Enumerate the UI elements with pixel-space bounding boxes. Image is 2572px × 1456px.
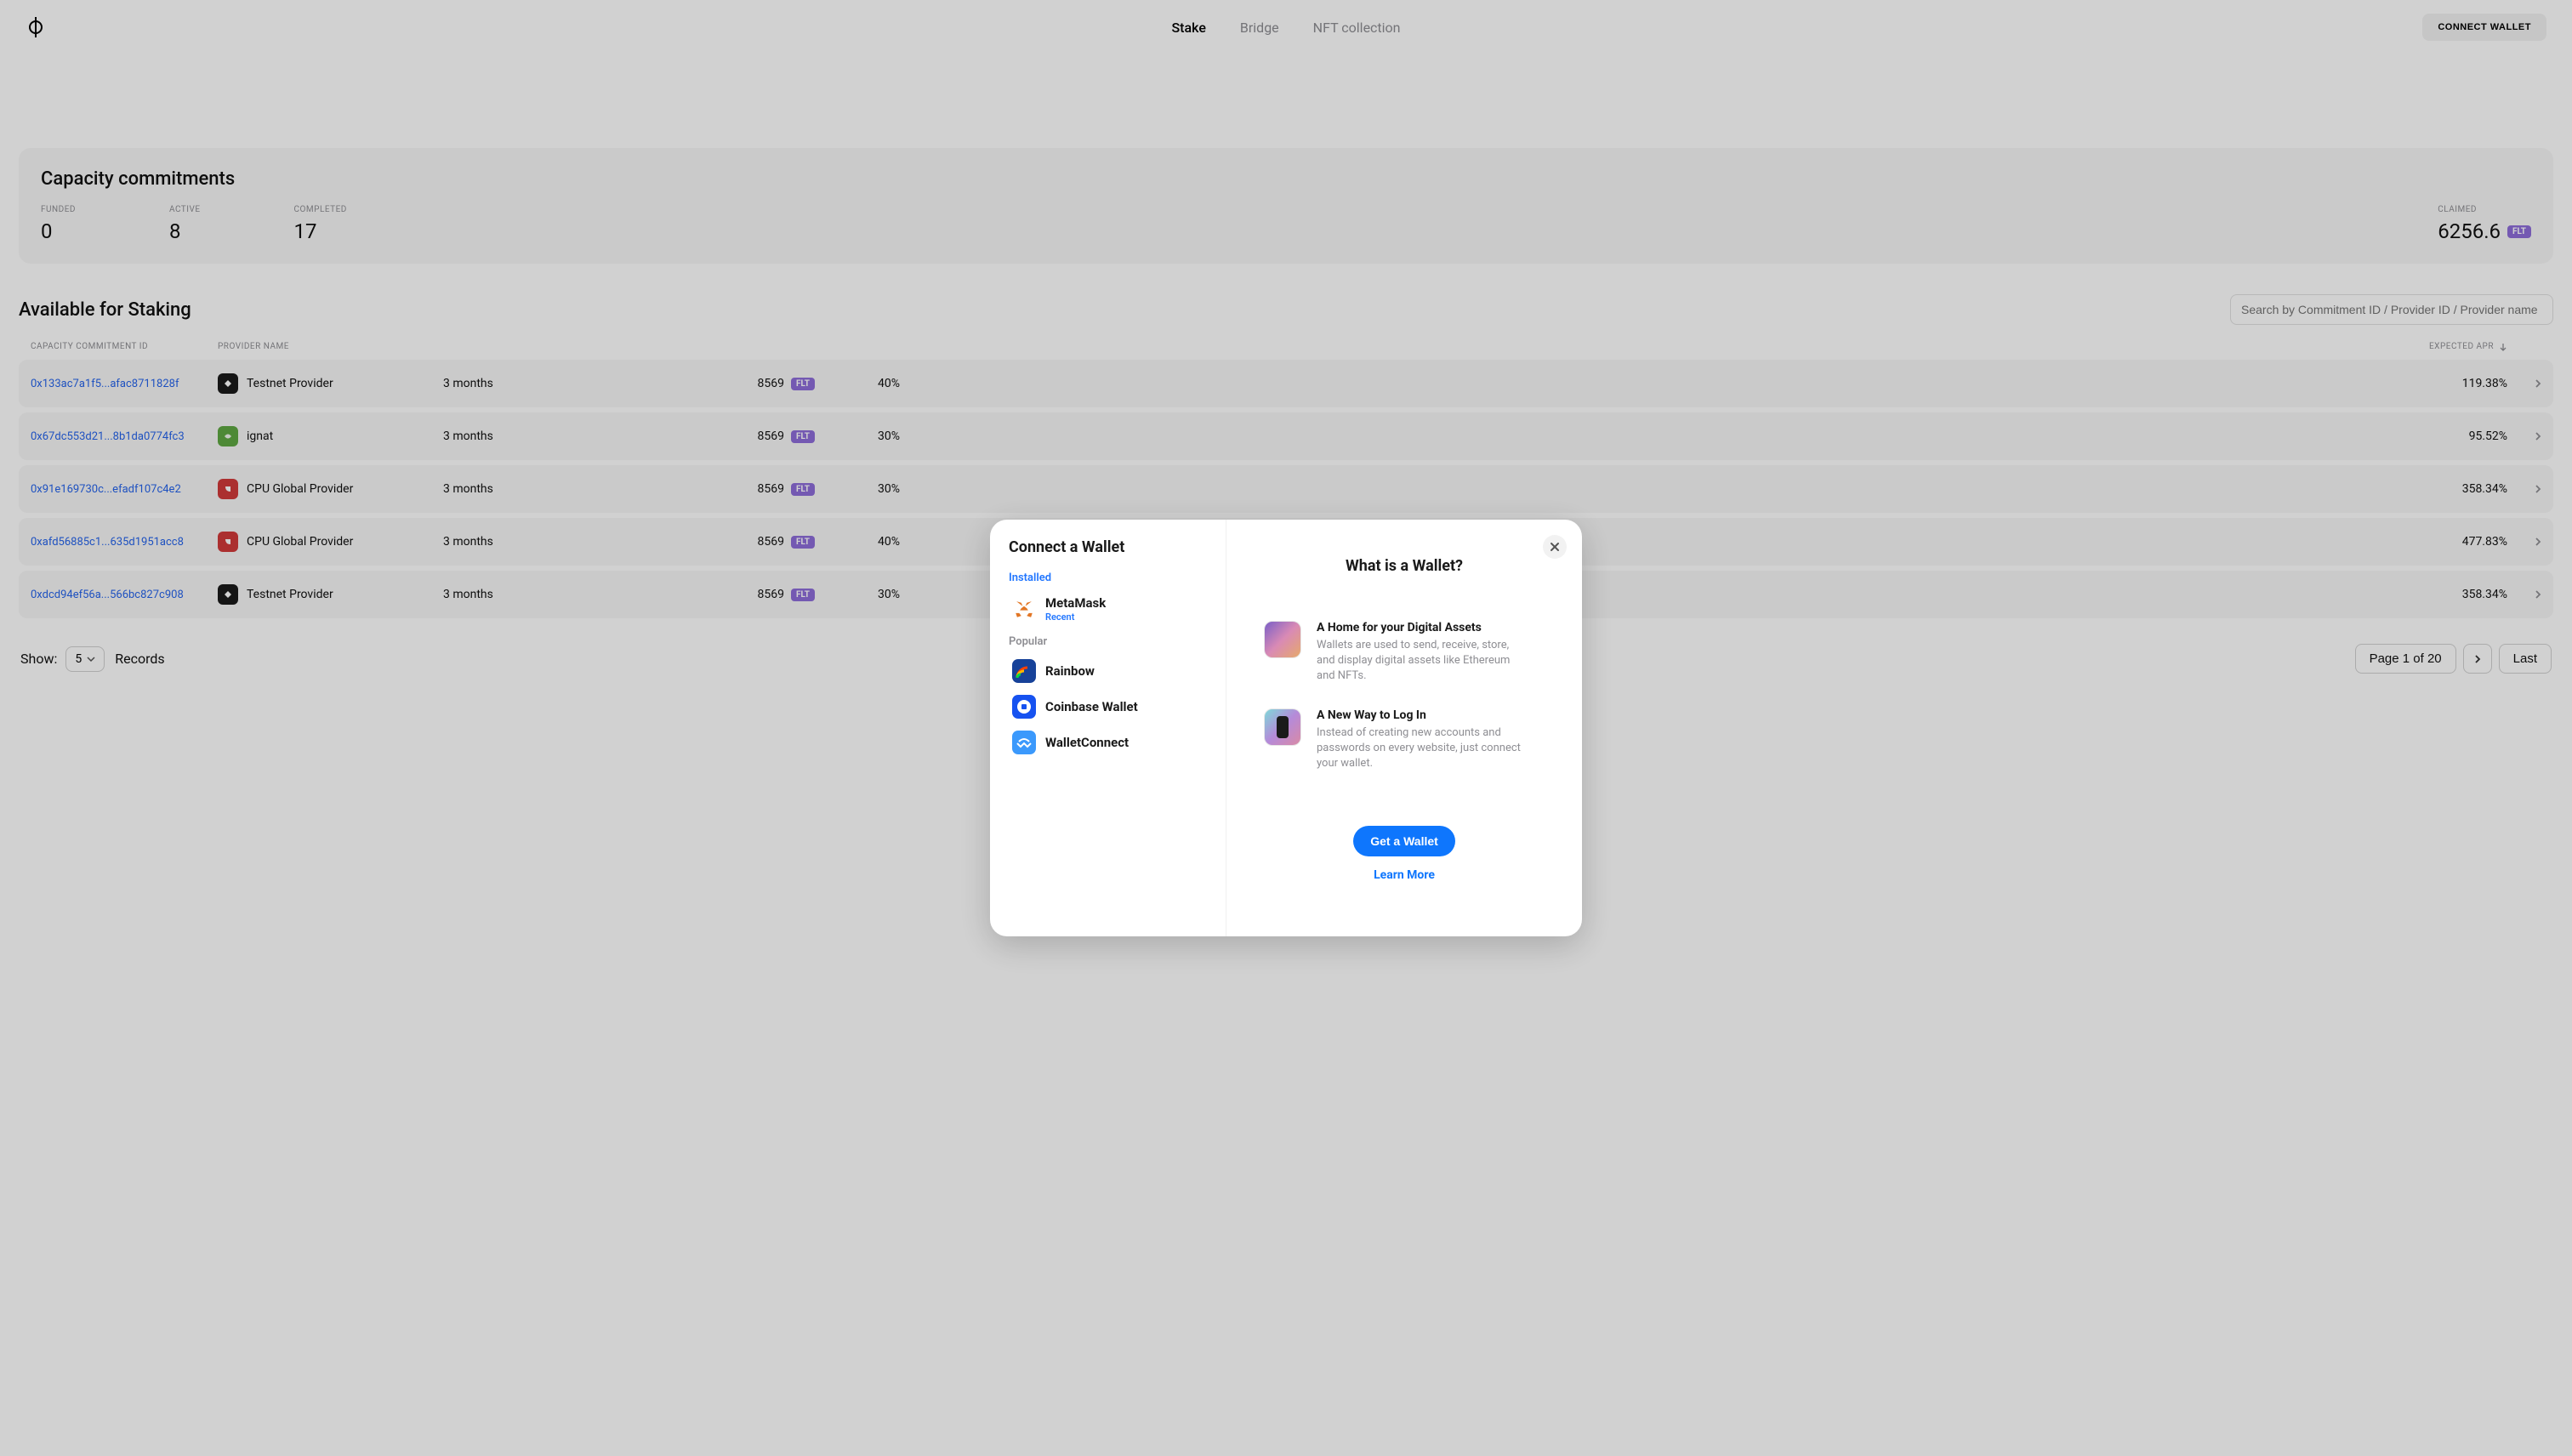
wallet-coinbase[interactable]: Coinbase Wallet [1009, 691, 1219, 723]
modal-overlay[interactable]: Connect a Wallet Installed MetaMask Rece… [0, 0, 2572, 1456]
modal-right-title: What is a Wallet? [1346, 557, 1463, 575]
info-digital-assets: A Home for your Digital Assets Wallets a… [1245, 621, 1563, 685]
coinbase-icon [1012, 695, 1036, 719]
learn-more-link[interactable]: Learn More [1374, 868, 1435, 882]
info-image-login [1264, 708, 1301, 746]
modal-wallet-list: Connect a Wallet Installed MetaMask Rece… [990, 520, 1226, 936]
wallet-walletconnect[interactable]: WalletConnect [1009, 726, 1219, 759]
wallet-metamask[interactable]: MetaMask Recent [1009, 591, 1219, 627]
metamask-icon [1012, 597, 1036, 621]
coinbase-name: Coinbase Wallet [1045, 699, 1138, 714]
metamask-recent: Recent [1045, 611, 1106, 623]
metamask-name: MetaMask [1045, 595, 1106, 611]
wallet-rainbow[interactable]: Rainbow [1009, 655, 1219, 687]
info2-title: A New Way to Log In [1317, 708, 1521, 722]
walletconnect-icon [1012, 731, 1036, 754]
installed-label: Installed [1009, 572, 1219, 584]
close-button[interactable] [1543, 535, 1567, 559]
info2-text: Instead of creating new accounts and pas… [1317, 725, 1521, 772]
modal-info-panel: What is a Wallet? A Home for your Digita… [1226, 520, 1582, 936]
close-icon [1550, 542, 1560, 552]
info-login: A New Way to Log In Instead of creating … [1245, 708, 1563, 772]
rainbow-icon [1012, 659, 1036, 683]
rainbow-name: Rainbow [1045, 663, 1095, 679]
connect-wallet-modal: Connect a Wallet Installed MetaMask Rece… [990, 520, 1582, 936]
popular-label: Popular [1009, 635, 1219, 648]
modal-title: Connect a Wallet [1009, 538, 1219, 556]
walletconnect-name: WalletConnect [1045, 735, 1129, 750]
get-wallet-button[interactable]: Get a Wallet [1353, 826, 1455, 856]
info1-title: A Home for your Digital Assets [1317, 621, 1521, 634]
info-image-assets [1264, 621, 1301, 658]
info1-text: Wallets are used to send, receive, store… [1317, 638, 1521, 685]
